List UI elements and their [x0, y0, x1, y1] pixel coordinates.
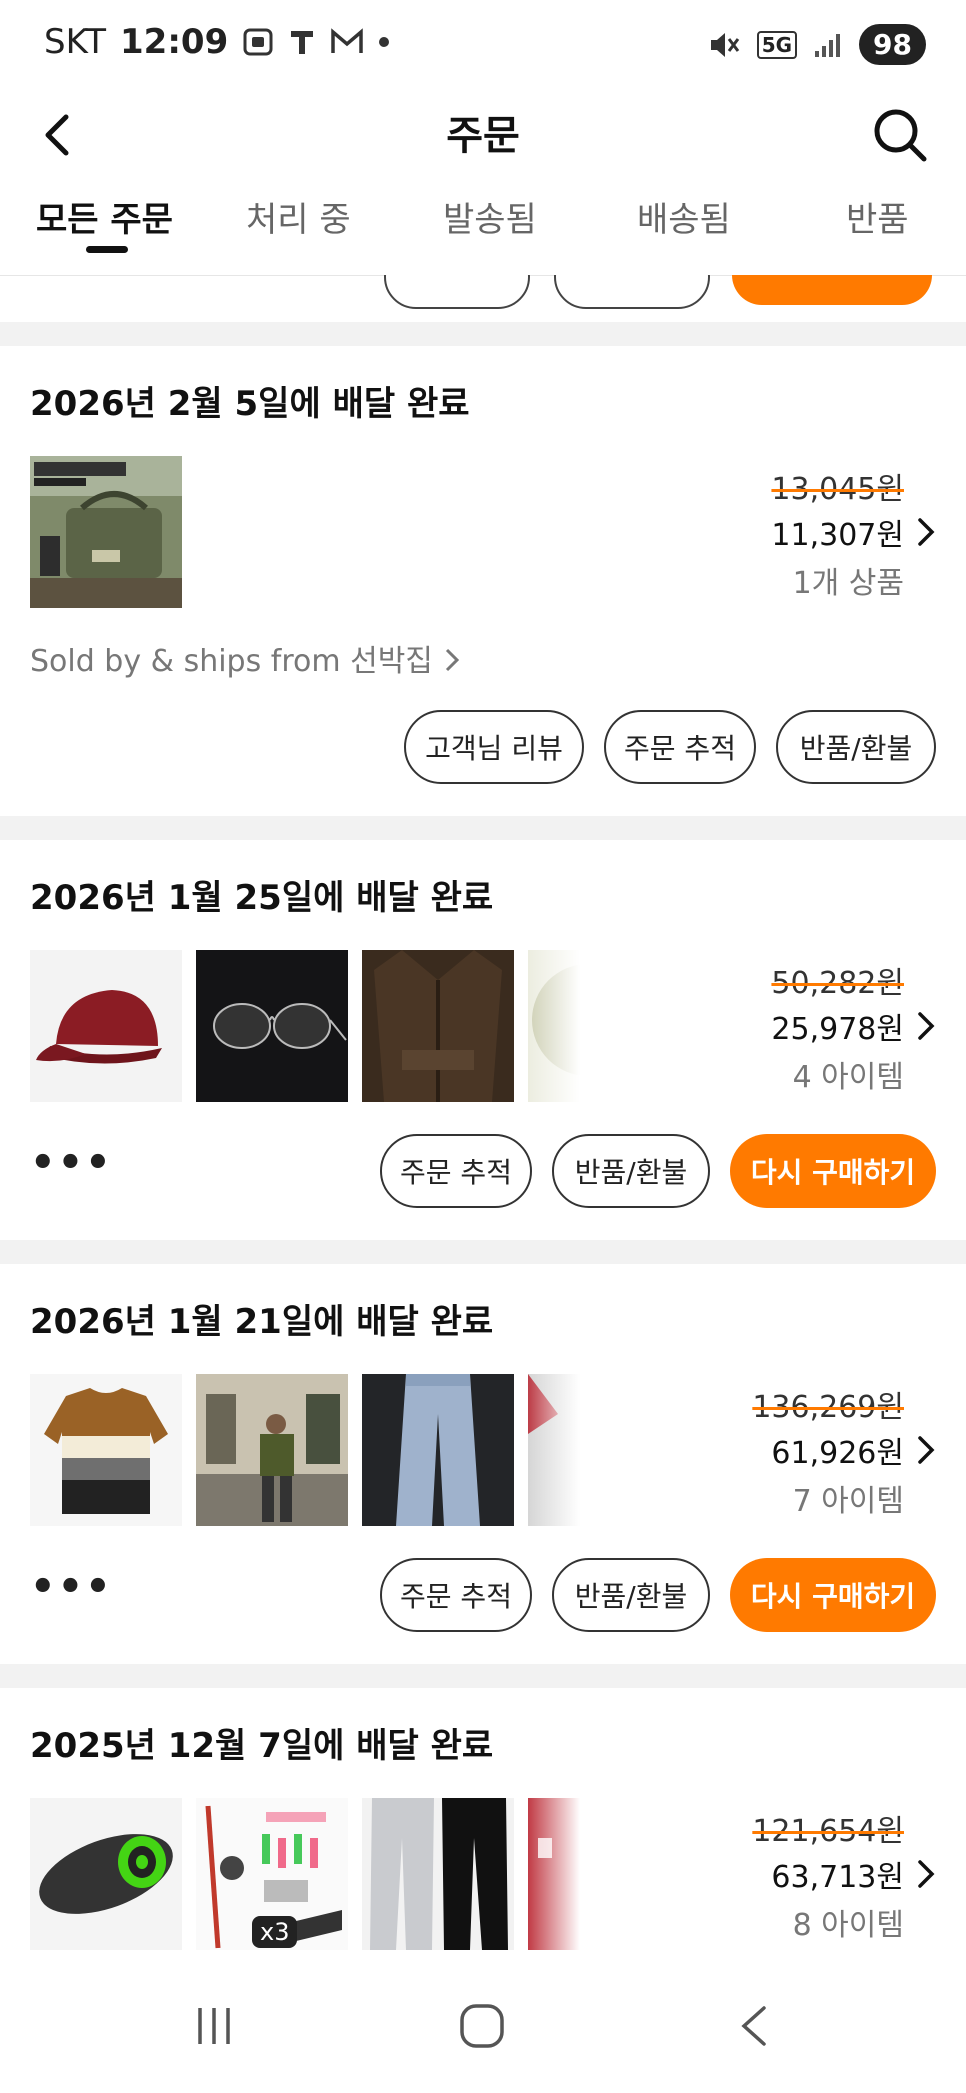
recent-apps-icon[interactable] [192, 2004, 236, 2048]
cardigan-image [362, 950, 514, 1102]
jeans-image [396, 1374, 480, 1526]
carrier-label: SKT [44, 22, 107, 62]
tab-shipped[interactable]: 발송됨 [443, 192, 537, 241]
product-thumbnail[interactable] [30, 1798, 182, 1950]
page-title: 주문 [446, 113, 520, 159]
order-tabs: 모든 주문 처리 중 발송됨 배송됨 반품 [0, 190, 966, 276]
tactical-bag-image [30, 456, 182, 608]
card-divider [0, 322, 966, 346]
review-button[interactable]: 고객님 리뷰 [404, 710, 584, 784]
screenshot-icon [243, 28, 273, 56]
status-left: SKT 12:09 [44, 22, 390, 62]
tab-all-orders[interactable]: 모든 주문 [36, 192, 173, 241]
beanie-image [532, 964, 580, 1076]
battery-badge: 98 [859, 24, 926, 65]
original-price: 121,654원 [752, 1814, 904, 1849]
street-style-image [196, 1374, 348, 1526]
active-tab-indicator [86, 246, 128, 253]
card-divider [0, 1240, 966, 1264]
chevron-right-icon [446, 648, 460, 672]
previous-buy-again-button[interactable] [732, 275, 932, 305]
tab-returns[interactable]: 반품 [846, 192, 909, 241]
status-bar: SKT 12:09 5G 98 [0, 0, 966, 95]
rolled-mat-image [39, 1834, 173, 1914]
home-icon[interactable] [458, 2002, 506, 2050]
product-thumbnail[interactable] [362, 1374, 514, 1526]
sunglasses-image [213, 1003, 347, 1049]
item-count: 4 아이템 [792, 1060, 904, 1095]
sweatpants-image [370, 1798, 508, 1950]
final-price: 11,307원 [771, 518, 904, 553]
card-divider [0, 1664, 966, 1688]
previous-button-1[interactable] [384, 275, 530, 309]
track-order-button[interactable]: 주문 추적 [604, 710, 756, 784]
product-thumbnail[interactable] [528, 1798, 580, 1950]
chevron-right-icon[interactable] [914, 1008, 938, 1044]
tab-processing[interactable]: 처리 중 [246, 192, 351, 241]
item-count: 1개 상품 [792, 566, 904, 601]
final-price: 61,926원 [771, 1436, 904, 1471]
buy-again-button[interactable]: 다시 구매하기 [730, 1134, 936, 1208]
product-thumbnail[interactable] [196, 1374, 348, 1526]
striped-sweater-image [44, 1388, 168, 1514]
product-thumbnail[interactable] [196, 950, 348, 1102]
final-price: 25,978원 [771, 1012, 904, 1047]
more-options-button[interactable]: ••• [30, 1140, 113, 1186]
product-thumbnail[interactable] [528, 950, 580, 1102]
product-thumbnail[interactable] [30, 456, 182, 608]
search-icon[interactable] [870, 105, 930, 165]
status-right: 5G 98 [707, 24, 926, 65]
final-price: 63,713원 [771, 1860, 904, 1895]
dot-icon [379, 37, 390, 47]
top-bar: 주문 [0, 95, 966, 190]
order-card[interactable]: 2025년 12월 7일에 배달 완료 x3 121,654원 63,713원 … [0, 1688, 966, 1960]
previous-card-buttons [0, 275, 966, 320]
partial-product-image [528, 1374, 580, 1526]
system-back-icon[interactable] [736, 2002, 772, 2050]
network-type: 5G [756, 30, 798, 59]
quantity-badge: x3 [252, 1916, 298, 1948]
clock: 12:09 [120, 22, 229, 62]
product-thumbnail[interactable] [30, 1374, 182, 1526]
system-nav-bar [0, 1960, 966, 2093]
item-count: 8 아이템 [792, 1908, 904, 1943]
product-thumbnail[interactable] [362, 950, 514, 1102]
product-thumbnail[interactable] [528, 1374, 580, 1526]
order-card[interactable]: 2026년 1월 21일에 배달 완료 136,269원 61,926원 7 아… [0, 1264, 966, 1664]
red-jersey-image [528, 1798, 580, 1950]
red-cap-image [36, 990, 162, 1064]
card-divider [0, 816, 966, 840]
product-thumbnail[interactable] [30, 950, 182, 1102]
return-refund-button[interactable]: 반품/환불 [552, 1558, 710, 1632]
more-options-button[interactable]: ••• [30, 1564, 113, 1610]
original-price: 50,282원 [771, 966, 904, 1001]
product-thumbnail[interactable] [362, 1798, 514, 1950]
seller-text: Sold by & ships from 선박집 [30, 644, 433, 679]
order-card[interactable]: 2026년 2월 5일에 배달 완료 13,045원 11,307원 1개 상품… [0, 346, 966, 816]
mute-icon [710, 32, 739, 57]
order-date: 2026년 1월 21일에 배달 완료 [30, 1302, 494, 1342]
chevron-right-icon[interactable] [914, 1432, 938, 1468]
buy-again-button[interactable]: 다시 구매하기 [730, 1558, 936, 1632]
return-refund-button[interactable]: 반품/환불 [776, 710, 936, 784]
chevron-right-icon[interactable] [914, 514, 938, 550]
order-card[interactable]: 2026년 1월 25일에 배달 완료 50,282원 25,978원 4 아이… [0, 840, 966, 1240]
tab-delivered[interactable]: 배송됨 [637, 192, 731, 241]
item-count: 7 아이템 [792, 1484, 904, 1519]
mail-icon [331, 28, 363, 53]
track-order-button[interactable]: 주문 추적 [380, 1558, 532, 1632]
original-price: 136,269원 [752, 1390, 904, 1425]
return-refund-button[interactable]: 반품/환불 [552, 1134, 710, 1208]
order-date: 2026년 2월 5일에 배달 완료 [30, 384, 470, 424]
track-order-button[interactable]: 주문 추적 [380, 1134, 532, 1208]
order-date: 2026년 1월 25일에 배달 완료 [30, 878, 494, 918]
product-thumbnail[interactable]: x3 [196, 1798, 348, 1950]
signal-icon [815, 33, 841, 57]
seller-link[interactable]: Sold by & ships from 선박집 [30, 636, 462, 680]
order-date: 2025년 12월 7일에 배달 완료 [30, 1726, 494, 1766]
original-price: 13,045원 [771, 472, 904, 507]
chevron-right-icon[interactable] [914, 1856, 938, 1892]
previous-button-2[interactable] [554, 275, 710, 309]
t-app-icon [291, 31, 314, 54]
